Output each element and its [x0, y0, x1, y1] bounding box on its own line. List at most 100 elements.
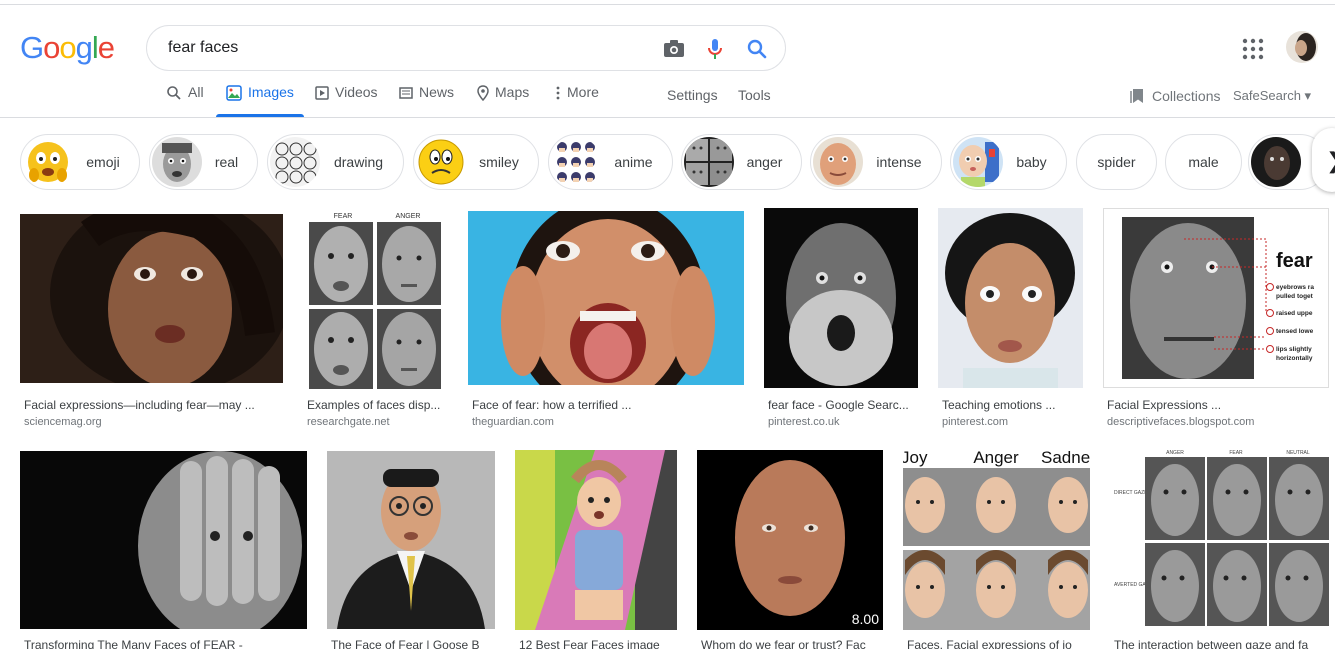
safesearch-dropdown[interactable]: SafeSearch ▾	[1233, 88, 1311, 104]
result-card[interactable]: ANGER FEAR NEUTRAL DIRECT GAZE AVERTED G…	[1110, 450, 1330, 649]
tab-more[interactable]: More	[555, 84, 599, 117]
result-card[interactable]: FEAR ANGER Examples of faces disp... res…	[303, 208, 448, 434]
result-card[interactable]: Joy Anger Sadne Faces, Facial expression…	[903, 450, 1091, 649]
tab-label: News	[419, 84, 455, 100]
result-image[interactable]: Joy Anger Sadne	[903, 450, 1090, 630]
result-card[interactable]: 8.00 Whom do we fear or trust? Fac	[697, 450, 884, 649]
result-card[interactable]: Transforming The Many Faces of FEAR -	[20, 451, 308, 649]
collections-button[interactable]: Collections	[1130, 88, 1220, 104]
figure-label: FEAR	[1229, 450, 1243, 456]
emoji-thumbnail	[23, 137, 73, 187]
figure-label: fear	[1276, 250, 1313, 272]
result-card[interactable]: fear face - Google Searc... pinterest.co…	[764, 208, 918, 434]
result-image[interactable]: ANGER FEAR NEUTRAL DIRECT GAZE AVERTED G…	[1110, 450, 1330, 630]
result-card[interactable]: Face of fear: how a terrified ... thegua…	[468, 211, 744, 434]
result-caption[interactable]: Facial Expressions ...	[1107, 398, 1327, 412]
result-card[interactable]: fear eyebrows ra pulled toget raised upp…	[1103, 208, 1329, 434]
chip-anger[interactable]: anger	[681, 134, 802, 190]
anger-thumbnail	[684, 137, 734, 187]
result-caption[interactable]: Examples of faces disp...	[307, 398, 447, 412]
result-caption[interactable]: The interaction between gaze and fa	[1114, 638, 1330, 649]
result-caption[interactable]: The Face of Fear | Goose B	[331, 638, 495, 649]
result-image[interactable]	[938, 208, 1083, 388]
tab-maps[interactable]: Maps	[477, 84, 529, 117]
result-caption[interactable]: Face of fear: how a terrified ...	[472, 398, 742, 412]
chip-label: intense	[876, 154, 922, 170]
result-caption[interactable]: Facial expressions—including fear—may ..…	[24, 398, 282, 412]
dots-icon	[556, 86, 560, 100]
result-image[interactable]: 8.00	[697, 450, 883, 630]
tab-news[interactable]: News	[399, 84, 454, 117]
result-image[interactable]	[20, 214, 283, 383]
google-logo[interactable]: Google	[20, 30, 115, 66]
result-caption[interactable]: Whom do we fear or trust? Fac	[701, 638, 883, 649]
collections-label: Collections	[1152, 88, 1221, 104]
result-image[interactable]	[327, 451, 495, 629]
result-card[interactable]: Teaching emotions ... pinterest.com	[938, 208, 1084, 434]
chip-label: anger	[746, 154, 783, 170]
search-icon	[167, 86, 181, 100]
apps-grid-icon[interactable]	[1242, 38, 1264, 60]
figure-label: horizontally	[1276, 355, 1313, 362]
result-image[interactable]	[764, 208, 918, 388]
chip-drawing[interactable]: drawing	[267, 134, 404, 190]
chip-male[interactable]: male	[1165, 134, 1242, 190]
result-card[interactable]: Facial expressions—including fear—may ..…	[20, 214, 284, 434]
result-card[interactable]: 12 Best Fear Faces image	[515, 450, 678, 649]
chip-emoji[interactable]: emoji	[20, 134, 140, 190]
chip-smiley[interactable]: smiley	[413, 134, 539, 190]
logo-letter: g	[75, 30, 93, 65]
chip-baby[interactable]: baby	[950, 134, 1067, 190]
figure-label: eyebrows ra	[1276, 284, 1314, 291]
microphone-icon[interactable]	[703, 37, 727, 61]
figure-label: raised uppe	[1276, 310, 1313, 317]
result-image[interactable]	[515, 450, 677, 630]
drawing-thumbnail	[270, 137, 320, 187]
top-divider	[0, 4, 1335, 5]
tab-label: Videos	[335, 84, 378, 100]
tab-videos[interactable]: Videos	[315, 84, 378, 117]
figure-label: Anger	[973, 450, 1019, 467]
figure-label: lips slightly	[1276, 346, 1312, 353]
result-image[interactable]: fear eyebrows ra pulled toget raised upp…	[1103, 208, 1329, 388]
chips-next-button[interactable]: ❯	[1312, 128, 1335, 192]
result-caption[interactable]: Teaching emotions ...	[942, 398, 1082, 412]
result-caption[interactable]: 12 Best Fear Faces image	[519, 638, 677, 649]
tools-link[interactable]: Tools	[738, 87, 771, 103]
chip-intense[interactable]: intense	[810, 134, 942, 190]
chip-label: smiley	[479, 154, 519, 170]
tab-images[interactable]: Images	[216, 84, 304, 117]
chip-anime[interactable]: anime	[548, 134, 673, 190]
figure-label: tensed lowe	[1276, 328, 1314, 335]
chip-label: drawing	[333, 154, 384, 170]
chip-real[interactable]: real	[149, 134, 258, 190]
result-card[interactable]: The Face of Fear | Goose B	[327, 451, 496, 649]
tab-label: Images	[248, 84, 294, 100]
tab-label: More	[567, 84, 599, 100]
search-input[interactable]: fear faces	[168, 39, 238, 57]
chip-label: real	[214, 154, 239, 170]
figure-label: ANGER	[1166, 450, 1184, 456]
search-box[interactable]: fear faces	[146, 25, 786, 71]
result-caption[interactable]: Faces, Facial expressions of jo	[907, 638, 1090, 649]
tab-all[interactable]: All	[166, 84, 204, 117]
figure-label: NEUTRAL	[1286, 450, 1310, 456]
news-icon	[399, 87, 413, 99]
result-image[interactable]	[20, 451, 307, 629]
related-chips: emoji real drawing smiley anime anger in…	[20, 134, 1335, 190]
real-thumbnail	[152, 137, 202, 187]
result-caption[interactable]: Transforming The Many Faces of FEAR -	[24, 638, 306, 649]
result-image[interactable]: FEAR ANGER	[303, 208, 447, 389]
result-image[interactable]	[468, 211, 744, 385]
settings-link[interactable]: Settings	[667, 87, 718, 103]
play-icon	[315, 86, 329, 100]
chip-spider[interactable]: spider	[1076, 134, 1157, 190]
chip-label: male	[1188, 154, 1219, 170]
camera-icon[interactable]	[662, 37, 686, 61]
search-icon[interactable]	[745, 37, 769, 61]
result-source: sciencemag.org	[24, 416, 102, 428]
account-avatar[interactable]	[1286, 31, 1318, 63]
header-divider	[0, 117, 1335, 118]
chip-label: baby	[1016, 154, 1047, 170]
result-caption[interactable]: fear face - Google Searc...	[768, 398, 918, 412]
